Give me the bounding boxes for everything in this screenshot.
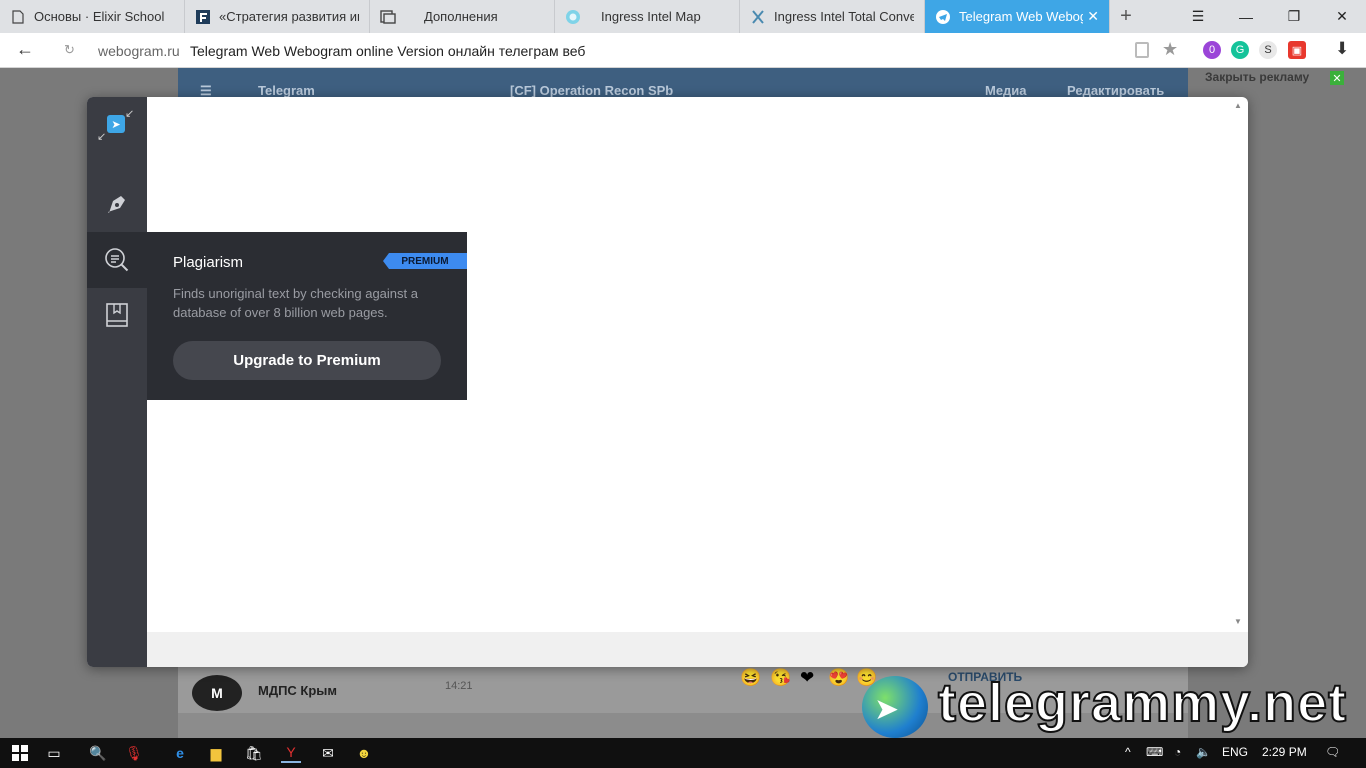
ingress-icon (750, 9, 766, 25)
tab-elixir-school[interactable]: Основы · Elixir School (0, 0, 185, 33)
language-indicator[interactable]: ENG (1222, 745, 1248, 759)
edit-link[interactable]: Редактировать (1067, 83, 1164, 98)
network-icon[interactable]: ◔ (1174, 745, 1181, 759)
media-link[interactable]: Медиа (985, 83, 1027, 98)
popup-description: Finds unoriginal text by checking agains… (173, 286, 418, 320)
edge-icon[interactable]: e (170, 743, 190, 763)
tab-label: Telegram Web Webogr (959, 9, 1084, 24)
telegram-app-name: Telegram (258, 83, 315, 98)
yandex-browser-icon[interactable]: Y (281, 743, 301, 763)
restore-button[interactable]: ❐ (1270, 0, 1318, 33)
task-view-icon[interactable]: ▭ (44, 743, 64, 763)
notifications-icon[interactable]: 🗨 (1325, 745, 1340, 759)
tab-label: Ingress Intel Map (601, 9, 701, 24)
emoji-love-icon[interactable]: 😍 (828, 668, 849, 688)
telegram-icon (935, 9, 951, 25)
scroll-down-icon[interactable]: ▼ (1234, 617, 1242, 626)
paper-plane-icon: ➤ (874, 693, 900, 726)
s-extension-icon[interactable]: S (1259, 41, 1277, 59)
new-tab-button[interactable]: + (1110, 0, 1142, 33)
taskbar: ▭ 🔍 🎙 e ▆ 🛍 Y ✉ ☻ ^ ⌨ ◔ 🔈 ENG 2:29 PM 🗨 (0, 738, 1366, 768)
chat-item-time: 14:21 (445, 680, 473, 692)
url-domain[interactable]: webogram.ru (98, 43, 180, 59)
watermark-text: telegrammy.net (937, 672, 1348, 734)
search-icon[interactable]: 🔍 (88, 743, 108, 763)
tab-strip: Основы · Elixir School «Стратегия развит… (0, 0, 1366, 33)
emoji-laugh-icon[interactable]: 😆 (740, 668, 761, 688)
windows-start-icon[interactable] (10, 743, 30, 763)
ingress-icon (565, 9, 581, 25)
chat-item-name[interactable]: МДПС Крым (258, 683, 337, 698)
scroll-up-icon[interactable]: ▲ (1234, 101, 1242, 110)
upgrade-to-premium-button[interactable]: Upgrade to Premium (173, 341, 441, 380)
close-window-button[interactable]: ✕ (1318, 0, 1366, 33)
plagiarism-magnifier-icon[interactable] (87, 232, 147, 288)
avatar[interactable]: M (192, 675, 242, 711)
url-page-title[interactable]: Telegram Web Webogram online Version онл… (190, 43, 585, 59)
close-tab-icon[interactable]: ✕ (1087, 8, 1099, 25)
telegram-logo-icon: ➤ (107, 115, 125, 133)
collapse-arrow-icon[interactable]: ↙ (125, 107, 134, 120)
address-bar: ← ↻ webogram.ru Telegram Web Webogram on… (0, 33, 1366, 68)
tab-ingress-intel-map[interactable]: Ingress Intel Map (555, 0, 740, 33)
plagiarism-popup: Plagiarism PREMIUM Finds unoriginal text… (147, 232, 467, 400)
emoji-heart-icon[interactable]: ❤ (800, 668, 814, 688)
pen-icon[interactable] (87, 177, 147, 233)
tab-telegram-web[interactable]: Telegram Web Webogr ✕ (925, 0, 1110, 33)
store-icon[interactable]: 🛍 (244, 743, 264, 763)
back-arrow-icon[interactable]: ← (16, 39, 34, 60)
menu-icon[interactable]: ☰ (1174, 0, 1222, 33)
tab-extensions[interactable]: Дополнения (370, 0, 555, 33)
tab-label: Ingress Intel Total Convers (774, 9, 914, 24)
document-icon (10, 9, 26, 25)
popup-title: Plagiarism (173, 254, 244, 271)
extension-badge: 0 (1208, 44, 1216, 56)
premium-badge: PREMIUM (383, 253, 467, 269)
window-controls: ☰ — ❐ ✕ (1174, 0, 1366, 33)
download-icon[interactable]: ⬇ (1335, 39, 1349, 59)
clock[interactable]: 2:29 PM (1262, 745, 1307, 759)
tab-label: «Стратегия развития инс (219, 9, 359, 24)
file-explorer-icon[interactable]: ▆ (206, 743, 226, 763)
grammarly-icon[interactable]: G (1231, 41, 1249, 59)
f-logo-icon (195, 9, 211, 25)
keyboard-icon[interactable]: ⌨ (1146, 745, 1163, 759)
extensions-icon (380, 9, 396, 25)
expand-arrow-icon[interactable]: ↙ (97, 130, 106, 143)
minimize-button[interactable]: — (1222, 0, 1270, 33)
tab-label: Основы · Elixir School (34, 9, 165, 24)
tab-label: Дополнения (424, 9, 498, 24)
grammarly-sidebar: ➤ ↙ ↙ (87, 97, 147, 667)
volume-icon[interactable]: 🔈 (1196, 745, 1211, 759)
reload-icon[interactable]: ↻ (64, 42, 75, 58)
tab-ingress-total-conversion[interactable]: Ingress Intel Total Convers (740, 0, 925, 33)
chat-title[interactable]: [CF] Operation Recon SPb (510, 83, 673, 98)
show-hidden-icons-icon[interactable]: ^ (1125, 745, 1131, 759)
modal-footer (147, 632, 1248, 667)
lock-icon[interactable] (1135, 42, 1149, 58)
app-icon[interactable]: ☻ (354, 743, 374, 763)
book-icon[interactable] (87, 287, 147, 343)
extension-icon[interactable]: 0 (1203, 41, 1221, 59)
close-ad-icon[interactable]: ✕ (1330, 71, 1344, 85)
bookmark-star-icon[interactable]: ★ (1162, 39, 1178, 60)
mail-icon[interactable]: ✉ (318, 743, 338, 763)
telegram-header: ☰ Telegram [CF] Operation Recon SPb Меди… (178, 68, 1188, 98)
red-extension-icon[interactable]: ▣ (1288, 41, 1306, 59)
emoji-kiss-icon[interactable]: 😘 (770, 668, 791, 688)
microphone-icon[interactable]: 🎙 (124, 743, 144, 763)
tab-strategy[interactable]: «Стратегия развития инс (185, 0, 370, 33)
close-ad-link[interactable]: Закрыть рекламу (1205, 70, 1309, 84)
